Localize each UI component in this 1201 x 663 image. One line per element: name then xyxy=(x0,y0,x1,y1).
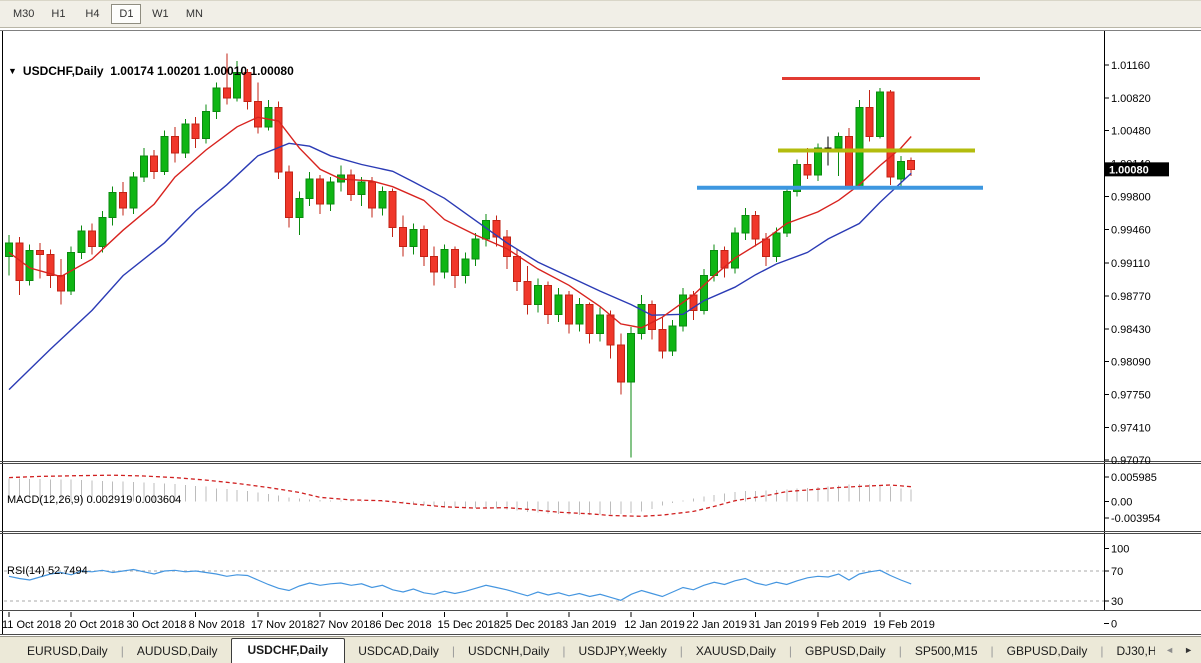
chart-tab-xauusd-daily[interactable]: XAUUSD,Daily xyxy=(683,640,789,663)
timeframe-toolbar: M30H1H4D1W1MN xyxy=(0,0,1201,28)
macd-axis-label: -0.003954 xyxy=(1111,513,1161,525)
price-axis-label: 0.97070 xyxy=(1111,455,1151,467)
date-axis-label: 11 Oct 2018 xyxy=(2,619,61,631)
price-axis-label: 0.97410 xyxy=(1111,422,1151,434)
date-axis-label: 22 Jan 2019 xyxy=(686,619,747,631)
price-axis-label: 0.97750 xyxy=(1111,389,1151,401)
chart-tab-eurusd-daily[interactable]: EURUSD,Daily xyxy=(14,640,121,663)
date-axis-label: 15 Dec 2018 xyxy=(438,619,500,631)
chart-tab-bar: EURUSD,Daily|AUDUSD,DailyUSDCHF,DailyUSD… xyxy=(0,636,1201,663)
chart-tab-sp500-m15[interactable]: SP500,M15 xyxy=(902,640,991,663)
timeframe-button-mn[interactable]: MN xyxy=(179,4,209,24)
price-axis-label: 0.99800 xyxy=(1111,191,1151,203)
date-axis-label: 25 Dec 2018 xyxy=(500,619,562,631)
tab-scroll-left-button[interactable]: ◄ xyxy=(1161,643,1178,657)
chart-tab-usdcnh-daily[interactable]: USDCNH,Daily xyxy=(455,640,562,663)
price-axis-label: 1.01160 xyxy=(1111,60,1150,72)
macd-axis-label: 0.00 xyxy=(1111,497,1132,509)
date-axis-label: 9 Feb 2019 xyxy=(811,619,867,631)
date-axis-label: 27 Nov 2018 xyxy=(313,619,375,631)
price-axis-label: 0.98770 xyxy=(1111,291,1151,303)
price-axis-label: 0.98430 xyxy=(1111,324,1151,336)
date-axis-label: 31 Jan 2019 xyxy=(749,619,810,631)
chart-tab-gbpusd-daily[interactable]: GBPUSD,Daily xyxy=(994,640,1101,663)
tab-scroll-arrows: ◄ ► xyxy=(1155,637,1201,663)
chart-tab-gbpusd-daily[interactable]: GBPUSD,Daily xyxy=(792,640,899,663)
chart-canvas[interactable]: 1.011601.008201.004801.001400.998000.994… xyxy=(0,28,1201,636)
rsi-axis-label: 70 xyxy=(1111,566,1123,578)
chart-tab-usdchf-daily[interactable]: USDCHF,Daily xyxy=(231,638,346,663)
rsi-axis-label: 30 xyxy=(1111,596,1123,608)
timeframe-button-m30[interactable]: M30 xyxy=(8,4,39,24)
price-axis-label: 0.99460 xyxy=(1111,224,1151,236)
date-axis-label: 3 Jan 2019 xyxy=(562,619,616,631)
date-axis-label: 6 Dec 2018 xyxy=(375,619,431,631)
price-axis-label: 0.98090 xyxy=(1111,357,1151,369)
macd-axis-label: 0.005985 xyxy=(1111,472,1157,484)
price-axis-label: 1.00820 xyxy=(1111,93,1151,105)
chart-tab-usdcad-daily[interactable]: USDCAD,Daily xyxy=(345,640,452,663)
current-price-tag-text: 1.00080 xyxy=(1109,164,1149,176)
mt4-window: { "toolbar": { "timeframes": ["M30", "H1… xyxy=(0,0,1201,663)
price-axis-label: 1.00480 xyxy=(1111,126,1151,138)
date-axis-label: 30 Oct 2018 xyxy=(126,619,186,631)
timeframe-button-h4[interactable]: H4 xyxy=(77,4,107,24)
date-axis-label: 17 Nov 2018 xyxy=(251,619,313,631)
date-axis-label: 12 Jan 2019 xyxy=(624,619,685,631)
timeframe-button-h1[interactable]: H1 xyxy=(43,4,73,24)
rsi-axis-label: 100 xyxy=(1111,544,1129,556)
date-axis-label: 19 Feb 2019 xyxy=(873,619,935,631)
timeframe-button-group: M30H1H4D1W1MN xyxy=(6,4,211,24)
timeframe-button-w1[interactable]: W1 xyxy=(145,4,175,24)
price-axis-label: 0.99110 xyxy=(1111,258,1150,270)
chart-tab-audusd-daily[interactable]: AUDUSD,Daily xyxy=(124,640,231,663)
chart-tab-usdjpy-weekly[interactable]: USDJPY,Weekly xyxy=(565,640,679,663)
rsi-axis-label: 0 xyxy=(1111,619,1117,631)
date-axis-label: 20 Oct 2018 xyxy=(64,619,124,631)
date-axis-label: 8 Nov 2018 xyxy=(189,619,245,631)
tab-scroll-right-button[interactable]: ► xyxy=(1180,643,1197,657)
timeframe-button-d1[interactable]: D1 xyxy=(111,4,141,24)
chart-window: 1.011601.008201.004801.001400.998000.994… xyxy=(0,28,1201,636)
